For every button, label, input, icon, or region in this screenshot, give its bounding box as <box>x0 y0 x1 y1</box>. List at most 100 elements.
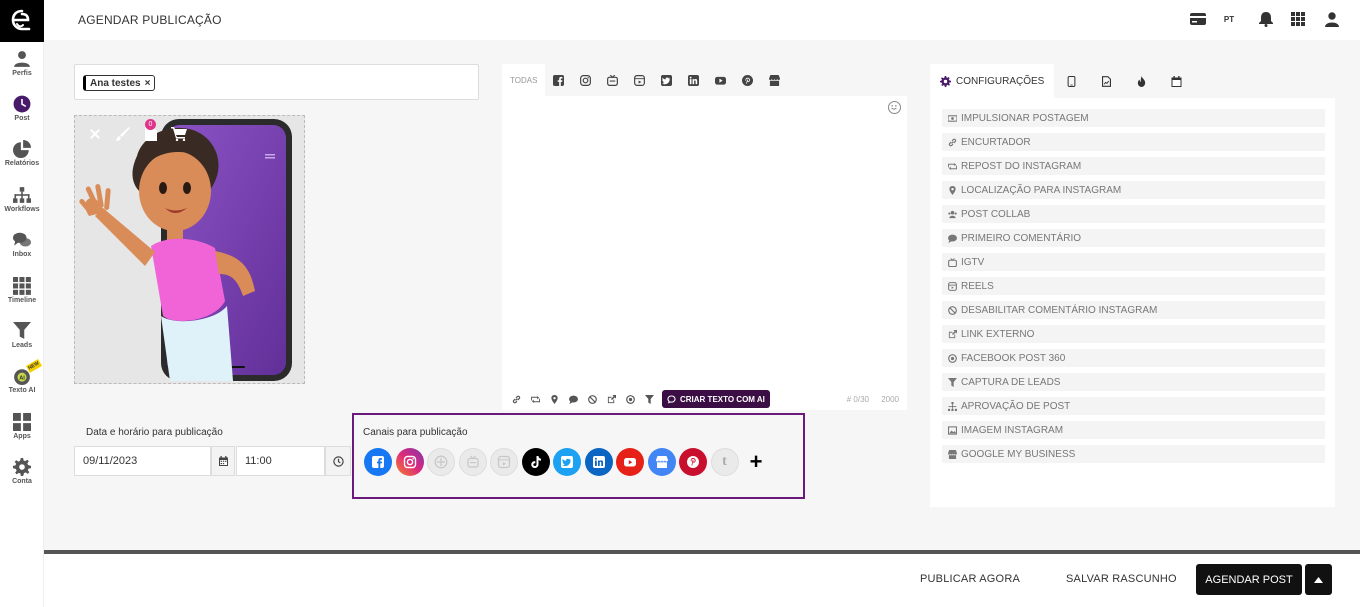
store-icon <box>655 456 668 468</box>
channel-pinterest[interactable] <box>679 448 707 476</box>
tab-pinterest[interactable] <box>734 64 761 96</box>
config-item[interactable]: LINK EXTERNO <box>942 325 1325 343</box>
calendar-button[interactable] <box>211 446 235 476</box>
tiktok-icon <box>530 456 541 468</box>
tab-linkedin[interactable] <box>680 64 707 96</box>
channel-instagram[interactable] <box>395 448 424 476</box>
config-item[interactable]: GOOGLE MY BUSINESS <box>942 445 1325 463</box>
date-input[interactable]: 09/11/2023 <box>74 446 211 476</box>
tumblr-icon: t <box>722 454 727 469</box>
link-icon[interactable] <box>510 393 522 405</box>
app-logo[interactable] <box>0 0 44 42</box>
tab-all[interactable]: TODAS <box>502 64 546 96</box>
sidebar-item-texto-ai[interactable]: AI NEW Texto AI <box>0 359 44 411</box>
external-link-icon[interactable] <box>605 393 617 405</box>
store-icon <box>769 74 781 86</box>
tab-reels[interactable] <box>626 64 653 96</box>
create-text-ai-button[interactable]: CRIAR TEXTO COM AI <box>662 390 770 408</box>
logo-icon <box>11 9 31 31</box>
profile-selector[interactable]: Ana testes × <box>74 64 479 100</box>
apps-grid-icon[interactable] <box>1290 10 1306 28</box>
user-account-icon[interactable] <box>1324 10 1340 28</box>
remove-media-icon[interactable] <box>85 124 105 144</box>
tab-instagram[interactable] <box>572 64 599 96</box>
sidebar: Perfis Post Relatórios Workflows Inbox T… <box>0 0 44 607</box>
media-preview[interactable]: 0 <box>74 115 305 384</box>
language-selector[interactable]: PT <box>1219 10 1239 28</box>
channel-facebook[interactable] <box>364 448 392 476</box>
channel-reels[interactable] <box>490 448 518 476</box>
edit-brush-icon[interactable] <box>113 124 133 144</box>
schedule-options-button[interactable] <box>1305 564 1332 595</box>
sidebar-item-post[interactable]: Post <box>0 95 44 139</box>
instagram-icon <box>403 455 416 469</box>
tab-twitter[interactable] <box>653 64 680 96</box>
sidebar-item-apps[interactable]: Apps <box>0 413 44 457</box>
tab-file[interactable] <box>1089 64 1124 98</box>
config-item[interactable]: REPOST DO INSTAGRAM <box>942 157 1325 175</box>
config-item[interactable]: ENCURTADOR <box>942 133 1325 151</box>
sidebar-item-workflows[interactable]: Workflows <box>0 186 44 230</box>
channel-stories[interactable] <box>458 448 487 476</box>
tab-google-my-business[interactable] <box>761 64 788 96</box>
store-icon <box>948 449 957 459</box>
config-item[interactable]: DESABILITAR COMENTÁRIO INSTAGRAM <box>942 301 1325 319</box>
tab-igtv[interactable] <box>599 64 626 96</box>
config-item[interactable]: IMPULSIONAR POSTAGEM <box>942 109 1325 127</box>
char-limit: 2000 <box>881 395 899 404</box>
config-item[interactable]: POST COLLAB <box>942 205 1325 223</box>
publish-now-button[interactable]: PUBLICAR AGORA <box>920 573 1020 585</box>
config-item[interactable]: REELS <box>942 277 1325 295</box>
sidebar-item-perfis[interactable]: Perfis <box>0 50 44 94</box>
filter-icon[interactable] <box>643 393 655 405</box>
tab-hot[interactable] <box>1124 64 1159 98</box>
tab-calendar[interactable] <box>1159 64 1194 98</box>
config-item[interactable]: IGTV <box>942 253 1325 271</box>
bell-icon[interactable] <box>1258 10 1274 28</box>
sidebar-item-timeline[interactable]: Timeline <box>0 277 44 321</box>
comment-icon[interactable] <box>567 393 579 405</box>
config-item[interactable]: PRIMEIRO COMENTÁRIO <box>942 229 1325 247</box>
config-item[interactable]: FACEBOOK POST 360 <box>942 349 1325 367</box>
save-draft-button[interactable]: SALVAR RASCUNHO <box>1066 573 1177 585</box>
channel-twitter[interactable] <box>553 448 581 476</box>
sidebar-item-conta[interactable]: Conta <box>0 458 44 502</box>
sidebar-item-inbox[interactable]: Inbox <box>0 231 44 275</box>
media-toolbar <box>85 124 189 144</box>
channel-igtv[interactable] <box>427 448 455 476</box>
tab-configuracoes[interactable]: CONFIGURAÇÕES <box>930 64 1055 98</box>
channel-youtube[interactable] <box>616 448 644 476</box>
tab-mobile-preview[interactable] <box>1054 64 1089 98</box>
channel-tumblr[interactable]: t <box>710 448 739 476</box>
config-item-label: DESABILITAR COMENTÁRIO INSTAGRAM <box>961 304 1158 316</box>
post-text-input[interactable] <box>502 96 907 386</box>
ban-icon[interactable] <box>586 393 598 405</box>
channel-google-my-business[interactable] <box>647 448 676 476</box>
pinterest-icon <box>742 74 754 86</box>
sidebar-item-label: Workflows <box>4 206 40 213</box>
map-marker-icon[interactable] <box>548 393 560 405</box>
sidebar-item-relatorios[interactable]: Relatórios <box>0 140 44 184</box>
emoji-icon[interactable] <box>888 101 901 114</box>
add-channel-button[interactable]: + <box>742 448 770 476</box>
media-count-badge: 0 <box>145 119 156 130</box>
cart-icon[interactable] <box>169 124 189 144</box>
remove-profile-icon[interactable]: × <box>145 78 151 89</box>
tab-youtube[interactable] <box>707 64 734 96</box>
schedule-post-button[interactable]: AGENDAR POST <box>1196 564 1302 595</box>
channel-tiktok[interactable] <box>521 448 550 476</box>
stories-icon <box>466 455 479 468</box>
config-item[interactable]: APROVAÇÃO DE POST <box>942 397 1325 415</box>
sidebar-item-label: Post <box>14 115 30 122</box>
config-item[interactable]: LOCALIZAÇÃO PARA INSTAGRAM <box>942 181 1325 199</box>
clock-button[interactable] <box>325 446 351 476</box>
clock-icon <box>13 95 31 113</box>
circle-dot-icon[interactable] <box>624 393 636 405</box>
config-item[interactable]: CAPTURA DE LEADS <box>942 373 1325 391</box>
retweet-icon[interactable] <box>529 393 541 405</box>
time-input[interactable]: 11:00 <box>236 446 325 476</box>
tab-facebook[interactable] <box>545 64 572 96</box>
billing-card-icon[interactable] <box>1189 10 1207 28</box>
channel-linkedin[interactable] <box>584 448 613 476</box>
config-item[interactable]: IMAGEM INSTAGRAM <box>942 421 1325 439</box>
